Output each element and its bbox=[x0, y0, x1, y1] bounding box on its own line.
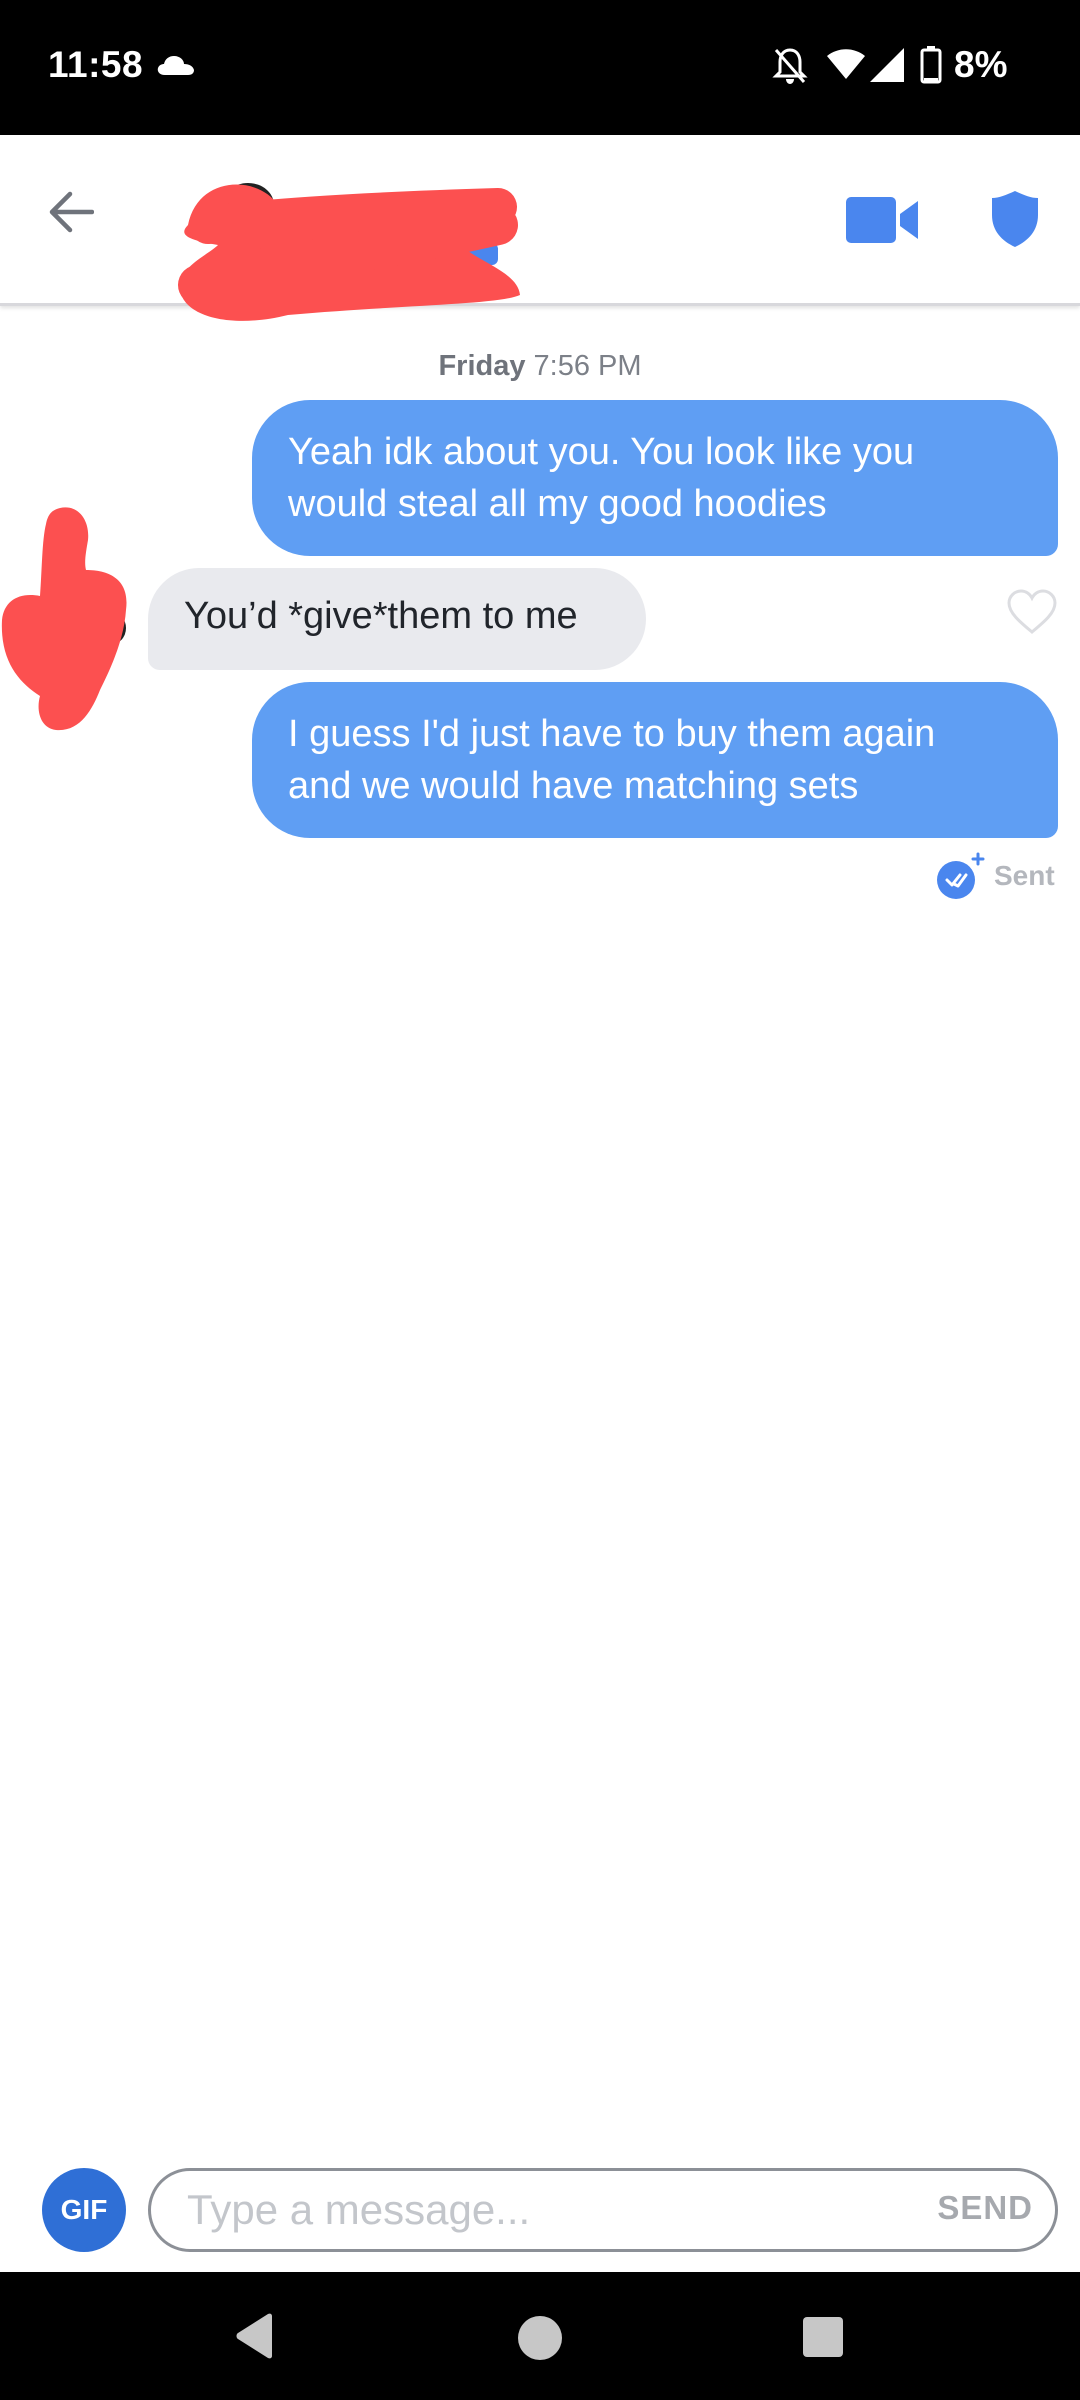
signal-icon bbox=[870, 48, 904, 82]
message-line: would steal all my good hoodies bbox=[288, 483, 827, 525]
timestamp-day: Friday bbox=[438, 350, 526, 382]
nav-back-icon[interactable] bbox=[232, 2312, 278, 2360]
send-button[interactable]: SEND bbox=[937, 2189, 1033, 2227]
delivery-status: Sent bbox=[994, 860, 1055, 891]
sent-check-icon bbox=[937, 852, 985, 899]
sent-message-bubble[interactable]: I guess I'd just have to buy them again … bbox=[252, 682, 1058, 838]
cloud-icon bbox=[157, 56, 194, 75]
navigation-bar bbox=[0, 2272, 1080, 2400]
redacted-avatar bbox=[1, 507, 127, 731]
message-line: I guess I'd just have to buy them again bbox=[288, 713, 936, 755]
nav-home-icon[interactable] bbox=[516, 2314, 564, 2362]
bell-off-icon bbox=[772, 48, 808, 84]
chat-header bbox=[0, 135, 1080, 321]
status-bar: 11:58 8% bbox=[0, 0, 1080, 135]
status-time: 11:58 bbox=[48, 44, 144, 85]
wifi-icon bbox=[827, 49, 865, 79]
sent-message-bubble[interactable]: Yeah idk about you. You look like you wo… bbox=[252, 400, 1058, 556]
video-call-icon[interactable] bbox=[846, 197, 920, 243]
message-input[interactable] bbox=[187, 2179, 847, 2241]
battery-icon bbox=[920, 46, 942, 84]
received-message-bubble[interactable]: You’d *give*them to me bbox=[148, 568, 646, 670]
gif-button[interactable]: GIF bbox=[42, 2168, 126, 2252]
redacted-profile bbox=[178, 183, 520, 321]
chat-screen: 11:58 8% Friday 7:56 PM Yeah idk about y… bbox=[0, 0, 1080, 2400]
conversation-timestamp: Friday 7:56 PM bbox=[0, 350, 1080, 383]
back-arrow-icon[interactable] bbox=[48, 191, 94, 233]
message-line: Yeah idk about you. You look like you bbox=[288, 431, 915, 473]
message-composer: SEND bbox=[148, 2168, 1058, 2252]
message-line: and we would have matching sets bbox=[288, 765, 859, 807]
message-line: You’d *give*them to me bbox=[184, 595, 578, 637]
timestamp-time: 7:56 PM bbox=[533, 350, 642, 382]
shield-icon[interactable] bbox=[990, 189, 1040, 249]
heart-icon[interactable] bbox=[1006, 588, 1058, 636]
nav-recents-icon[interactable] bbox=[802, 2316, 844, 2358]
battery-percent: 8% bbox=[954, 44, 1008, 85]
